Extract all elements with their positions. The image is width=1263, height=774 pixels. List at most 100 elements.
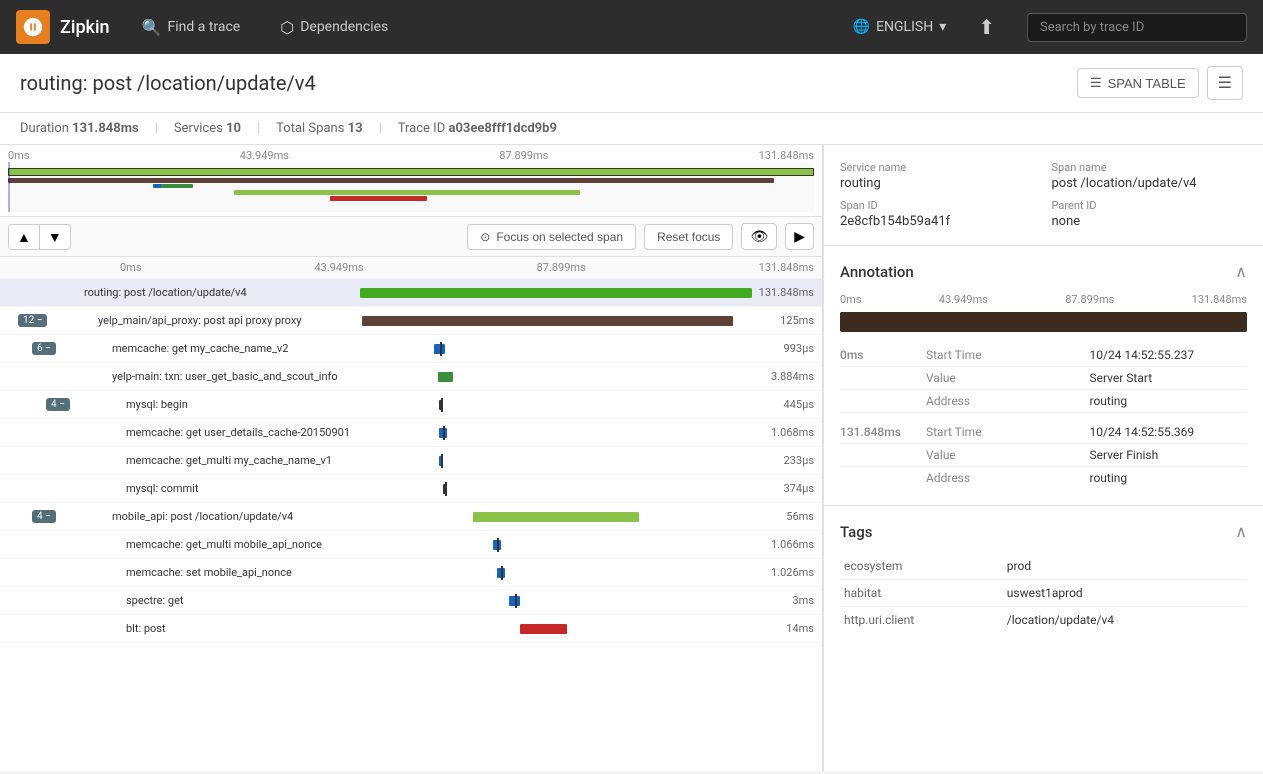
dependencies-nav[interactable]: ⬡ Dependencies [272, 12, 396, 43]
span-row[interactable]: memcache: get user_details_cache-2015090… [0, 419, 822, 447]
span-badge[interactable]: 12 − [18, 314, 47, 327]
span-duration: 993μs [752, 342, 822, 355]
span-timeline [364, 503, 752, 530]
span-table-button[interactable]: ☰ SPAN TABLE [1077, 68, 1199, 98]
span-row[interactable]: memcache: set mobile_api_nonce 1.026ms [0, 559, 822, 587]
timeline-overview: 0ms 43.949ms 87.899ms 131.848ms [0, 145, 822, 217]
span-name: memcache: set mobile_api_nonce [122, 566, 366, 579]
visibility-button[interactable]: 👁 [741, 223, 777, 250]
navbar: Zipkin 🔍 Find a trace ⬡ Dependencies 🌐 E… [0, 0, 1263, 54]
find-trace-nav[interactable]: 🔍 Find a trace [134, 12, 249, 43]
span-timeline [364, 335, 752, 362]
span-duration: 445μs [752, 398, 822, 411]
controls-bar: ▲ ▼ ⊙ Focus on selected span Reset focus… [0, 217, 822, 257]
span-tick [497, 538, 499, 552]
parent-id-field: Parent ID none [1052, 199, 1248, 229]
span-bar [362, 316, 733, 326]
span-name: routing: post /location/update/v4 [80, 286, 360, 299]
span-row[interactable]: yelp-main: txn: user_get_basic_and_scout… [0, 363, 822, 391]
span-tick [441, 398, 443, 412]
span-row[interactable]: blt: post 14ms [0, 615, 822, 643]
span-row[interactable]: memcache: get_multi mobile_api_nonce 1.0… [0, 531, 822, 559]
span-badge[interactable]: 4 − [46, 398, 70, 411]
span-name: yelp_main/api_proxy: post api proxy prox… [94, 314, 362, 327]
span-timeline [362, 307, 752, 334]
tag-row: habitatuswest1aprod [840, 580, 1247, 607]
language-selector[interactable]: 🌐 ENGLISH ▾ [853, 19, 947, 35]
span-name-field: Span name post /location/update/v4 [1052, 161, 1248, 191]
span-row[interactable]: mysql: commit 374μs [0, 475, 822, 503]
trace-search-input[interactable]: Search by trace ID [1027, 13, 1247, 42]
span-name: mysql: commit [122, 482, 366, 495]
expand-button[interactable]: ▲ [9, 225, 40, 249]
span-row[interactable]: 12 − yelp_main/api_proxy: post api proxy… [0, 307, 822, 335]
span-tick [445, 482, 447, 496]
span-bar [360, 288, 752, 298]
annotation-collapse-button[interactable]: ∧ [1235, 262, 1247, 281]
duration-meta: Duration 131.848ms [20, 121, 139, 136]
reset-focus-button[interactable]: Reset focus [644, 224, 733, 250]
span-timeline [366, 419, 752, 446]
span-tick [515, 594, 517, 608]
span-timeline [366, 615, 752, 642]
spans-container: 0ms 43.949ms 87.899ms 131.848ms routing:… [0, 257, 822, 771]
tags-table: ecosystemprodhabitatuswest1aprodhttp.uri… [840, 553, 1247, 633]
upload-button[interactable]: ⬆ [970, 11, 1003, 43]
tags-collapse-button[interactable]: ∧ [1235, 522, 1247, 541]
table-icon: ☰ [1090, 75, 1102, 91]
tags-header: Tags ∧ [840, 522, 1247, 541]
tags-section: Tags ∧ ecosystemprodhabitatuswest1aprodh… [824, 506, 1263, 649]
expand-collapse-group: ▲ ▼ [8, 224, 71, 250]
annotation-entries: 0ms Start Time 10/24 14:52:55.237 Value … [840, 344, 1247, 489]
span-duration: 125ms [752, 314, 822, 327]
services-meta: Services 10 [174, 121, 241, 136]
collapse-button[interactable]: ▼ [40, 225, 70, 249]
annotation-row: 0ms Start Time 10/24 14:52:55.237 [840, 344, 1247, 367]
span-bar [520, 624, 566, 634]
span-duration: 3.884ms [752, 370, 822, 383]
tag-row: http.uri.client/location/update/v4 [840, 607, 1247, 634]
dependencies-icon: ⬡ [280, 18, 294, 37]
span-badge[interactable]: 6 − [32, 342, 56, 355]
tag-key: habitat [840, 580, 1003, 607]
tag-row: ecosystemprod [840, 553, 1247, 580]
span-badge[interactable]: 4 − [32, 510, 56, 523]
span-name: memcache: get user_details_cache-2015090… [122, 426, 366, 439]
timeline-minimap [8, 162, 814, 212]
annotation-ruler: 0ms 43.949ms 87.899ms 131.848ms [840, 293, 1247, 306]
span-info-section: Service name routing Span name post /loc… [824, 145, 1263, 246]
span-timeline [366, 391, 752, 418]
span-name: memcache: get_multi my_cache_name_v1 [122, 454, 366, 467]
span-timeline [366, 447, 752, 474]
span-row[interactable]: 6 − memcache: get my_cache_name_v2 993μs [0, 335, 822, 363]
span-duration: 1.066ms [752, 538, 822, 551]
logo[interactable]: Zipkin [16, 10, 110, 44]
span-row[interactable]: 4 − mysql: begin 445μs [0, 391, 822, 419]
menu-button[interactable]: ☰ [1207, 66, 1243, 100]
span-duration: 1.068ms [752, 426, 822, 439]
navigate-button[interactable]: ▶ [785, 223, 814, 250]
language-label: ENGLISH [876, 19, 933, 35]
annotation-bar [840, 312, 1247, 332]
annotation-row: Value Server Start [840, 367, 1247, 390]
span-row[interactable]: spectre: get 3ms [0, 587, 822, 615]
search-placeholder: Search by trace ID [1040, 20, 1144, 35]
span-name: mysql: begin [122, 398, 366, 411]
span-row[interactable]: memcache: get_multi my_cache_name_v1 233… [0, 447, 822, 475]
span-duration: 14ms [752, 622, 822, 635]
span-tick [441, 454, 443, 468]
search-icon: 🔍 [142, 18, 162, 37]
span-id-field: Span ID 2e8cfb154b59a41f [840, 199, 1036, 229]
trace-panel: 0ms 43.949ms 87.899ms 131.848ms ▲ [0, 145, 823, 771]
focus-button[interactable]: ⊙ Focus on selected span [467, 224, 636, 250]
span-name: memcache: get_multi mobile_api_nonce [122, 538, 366, 551]
annotation-row: Address routing [840, 390, 1247, 413]
trace-id-meta: Trace ID a03ee8fff1dcd9b9 [398, 121, 557, 136]
span-timeline [360, 279, 752, 306]
span-row[interactable]: 4 − mobile_api: post /location/update/v4… [0, 503, 822, 531]
span-timeline [366, 531, 752, 558]
span-duration: 131.848ms [752, 286, 822, 299]
timeline-ruler: 0ms 43.949ms 87.899ms 131.848ms [0, 145, 822, 162]
annotation-row: 131.848ms Start Time 10/24 14:52:55.369 [840, 421, 1247, 444]
span-row[interactable]: routing: post /location/update/v4 131.84… [0, 279, 822, 307]
